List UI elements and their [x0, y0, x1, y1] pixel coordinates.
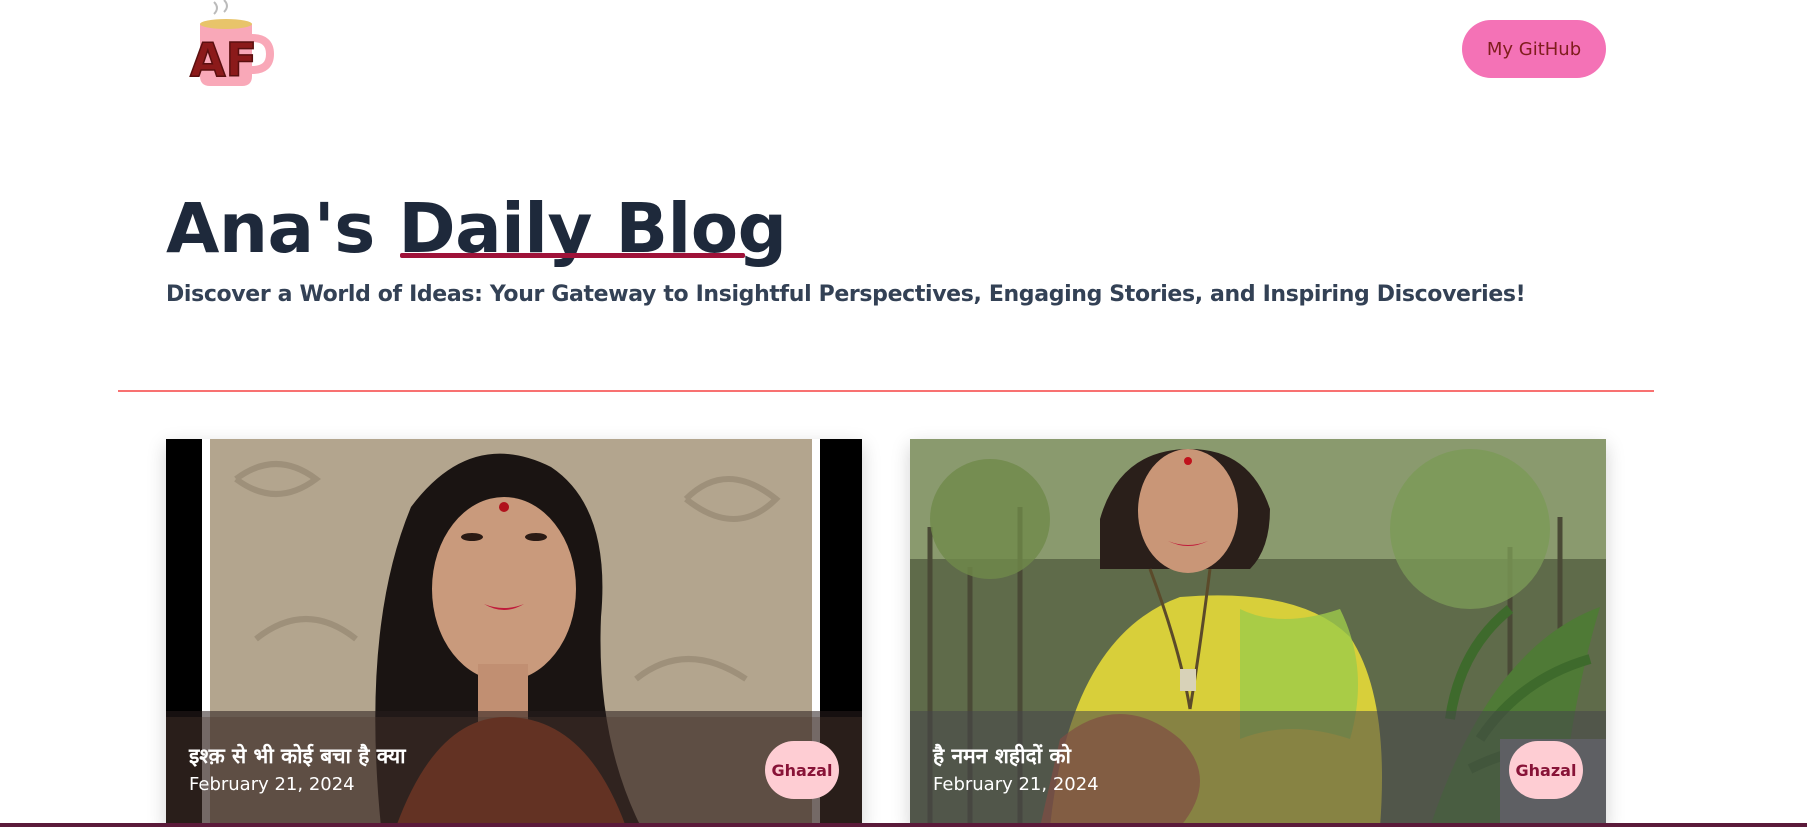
post-title[interactable]: है नमन शहीदों को — [933, 742, 1071, 770]
page-title: Ana's Daily Blog — [166, 186, 1525, 272]
section-divider — [118, 390, 1654, 392]
post-title[interactable]: इश्क़ से भी कोई बचा है क्या — [189, 742, 406, 770]
github-button[interactable]: My GitHub — [1462, 20, 1606, 78]
category-tag[interactable]: Ghazal — [1509, 741, 1583, 799]
bottom-border — [0, 823, 1807, 827]
post-date: February 21, 2024 — [189, 774, 355, 795]
post-card[interactable]: इश्क़ से भी कोई बचा है क्या February 21,… — [166, 439, 862, 827]
title-prefix: Ana's — [166, 189, 399, 269]
hero-section: Ana's Daily Blog Discover a World of Ide… — [166, 186, 1526, 307]
post-date: February 21, 2024 — [933, 774, 1099, 795]
page-subtitle: Discover a World of Ideas: Your Gateway … — [166, 282, 1526, 307]
svg-text:AF: AF — [190, 33, 257, 87]
title-highlight: Daily Blog — [398, 189, 787, 269]
category-tag[interactable]: Ghazal — [765, 741, 839, 799]
mug-logo-icon: AF — [189, 0, 275, 88]
site-logo[interactable]: AF — [184, 0, 276, 92]
post-card[interactable]: है नमन शहीदों को February 21, 2024 Ghaza… — [910, 439, 1606, 827]
